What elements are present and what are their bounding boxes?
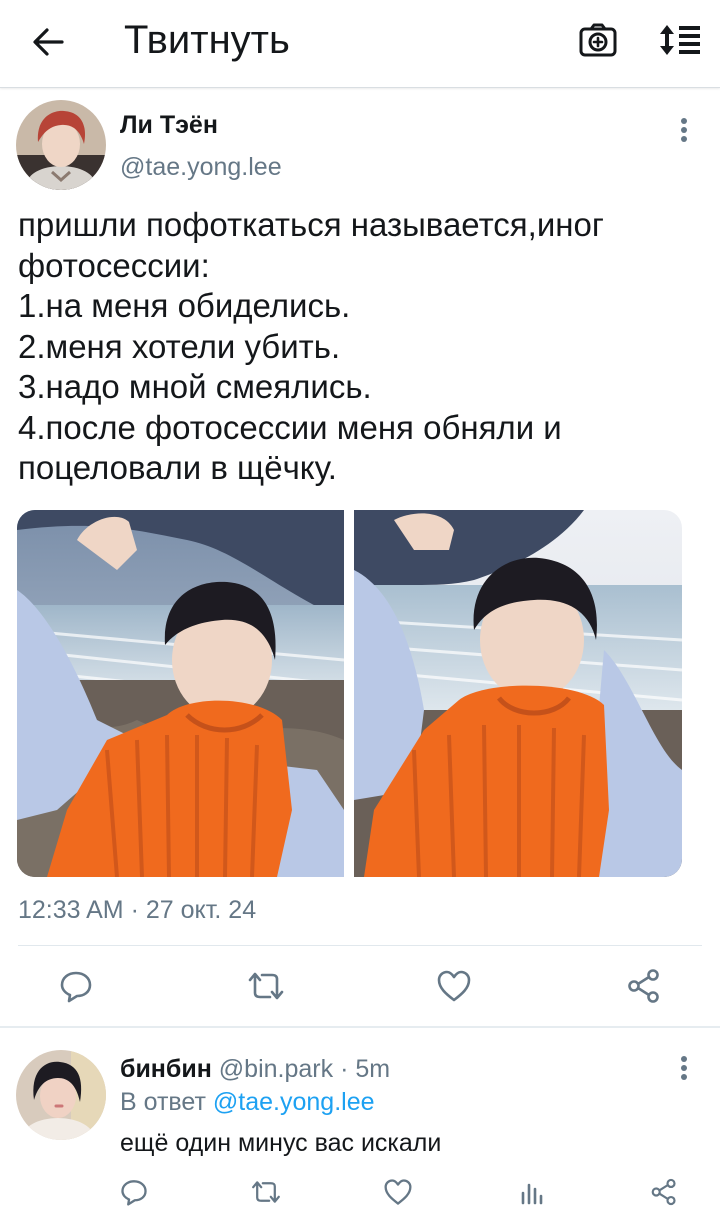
tweet-text: пришли пофоткаться называется,иног фотос… xyxy=(18,205,708,489)
reply-to-prefix: В ответ xyxy=(120,1088,206,1116)
tweet-text-line: 4.после фотосессии меня обняли и xyxy=(18,408,562,446)
tweet-more-button[interactable] xyxy=(670,110,698,150)
reply-analytics-button[interactable] xyxy=(512,1172,552,1212)
tweet-photo-1[interactable] xyxy=(17,510,344,877)
author-avatar[interactable] xyxy=(16,100,106,190)
tweet-photo-2[interactable] xyxy=(354,510,682,877)
sort-button[interactable] xyxy=(656,18,704,62)
retweet-icon xyxy=(252,1181,280,1203)
reply-to-line: В ответ @tae.yong.lee xyxy=(120,1086,375,1118)
reply-author-name[interactable]: бинбин xyxy=(120,1055,212,1083)
tweet-text-line: фотосессии: xyxy=(18,246,210,284)
reply-share-button[interactable] xyxy=(644,1172,684,1212)
reply-retweet-button[interactable] xyxy=(246,1172,286,1212)
reply-more-button[interactable] xyxy=(670,1048,698,1088)
more-vertical-icon xyxy=(681,118,687,142)
reply-like-button[interactable] xyxy=(378,1172,418,1212)
reply-reply-button[interactable] xyxy=(114,1172,154,1212)
reply-icon xyxy=(121,1180,147,1206)
tweet-text-line: 3.надо мной смеялись. xyxy=(18,368,372,405)
divider xyxy=(18,945,702,946)
reply-text: ещё один минус вас искали xyxy=(120,1129,442,1157)
author-handle[interactable]: @tae.yong.lee xyxy=(120,152,282,182)
back-button[interactable] xyxy=(24,22,72,62)
retweet-button[interactable] xyxy=(242,962,290,1010)
reply-separator: · xyxy=(340,1055,349,1083)
tweet-timestamp: 12:33 AM · 27 окт. 24 xyxy=(18,896,257,924)
top-app-bar: Твитнуть xyxy=(0,0,720,88)
tweet-text-line: поцеловали в щёчку. xyxy=(18,449,337,486)
tweet-text-line: 1.на меня обиделись. xyxy=(18,287,351,324)
reply-time: 5m xyxy=(355,1055,391,1083)
sort-lines-icon xyxy=(660,25,700,55)
reply-icon xyxy=(60,971,92,1003)
camera-plus-icon xyxy=(579,23,617,57)
analytics-icon xyxy=(521,1183,543,1205)
arrow-left-icon xyxy=(33,28,64,56)
author-name[interactable]: Ли Тэён xyxy=(120,110,218,140)
share-icon xyxy=(651,1178,676,1206)
like-icon xyxy=(437,970,471,1002)
reply-button[interactable] xyxy=(52,962,100,1010)
more-vertical-icon xyxy=(681,1056,687,1080)
tweet-text-line: 2.меня хотели убить. xyxy=(18,327,341,365)
like-button[interactable] xyxy=(430,962,478,1010)
share-icon xyxy=(628,969,659,1003)
share-button[interactable] xyxy=(620,962,668,1010)
reply-meta: бинбин @bin.park · 5m xyxy=(120,1053,390,1085)
page-title: Твитнуть xyxy=(124,18,290,62)
retweet-icon xyxy=(248,972,284,1000)
section-divider xyxy=(0,1026,720,1028)
reply-avatar[interactable] xyxy=(16,1050,106,1140)
camera-button[interactable] xyxy=(576,18,620,62)
reply-author-handle[interactable]: @bin.park xyxy=(219,1055,333,1083)
reply-to-link[interactable]: @tae.yong.lee xyxy=(213,1088,375,1116)
like-icon xyxy=(384,1179,412,1205)
tweet-text-line: пришли пофоткаться называется,иног xyxy=(18,206,604,243)
